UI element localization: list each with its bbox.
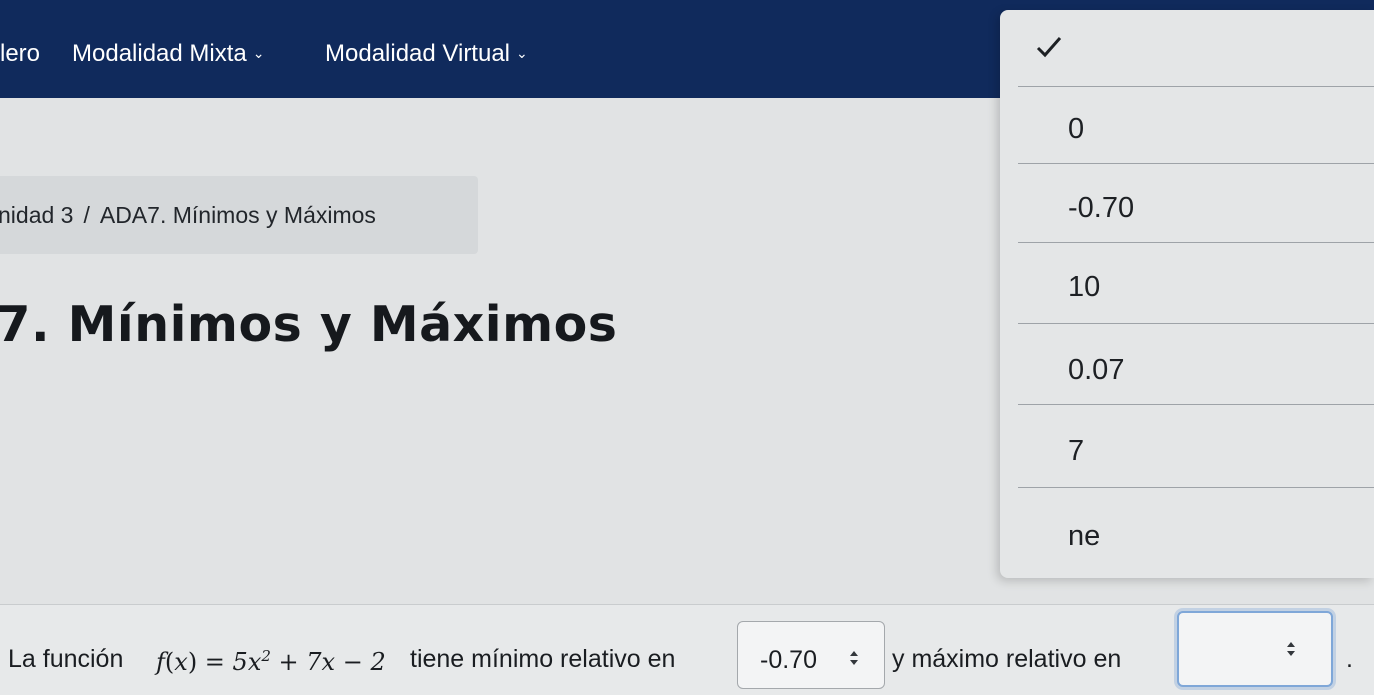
nav-item-modalidad-virtual[interactable]: Modalidad Virtual ⌄ — [325, 40, 528, 68]
maximum-select[interactable] — [1177, 611, 1333, 687]
question-row: La función f(x) = 5x2 + 7x − 2 tiene mín… — [0, 604, 1374, 695]
dropdown-option[interactable]: 0.07 — [1018, 324, 1374, 405]
nav-item-partial[interactable]: lero — [0, 40, 40, 68]
function-term-a: 5x — [232, 648, 262, 676]
updown-arrows-icon — [1287, 642, 1295, 656]
function-exponent: 2 — [261, 647, 271, 665]
dropdown-option-label: 10 — [1068, 271, 1101, 303]
page-title: \7. Mínimos y Máximos — [0, 296, 618, 353]
select-dropdown-menu: 0 -0.70 10 0.07 7 ne — [1000, 10, 1374, 578]
nav-item-modalidad-mixta[interactable]: Modalidad Mixta ⌄ — [72, 40, 264, 68]
updown-arrows-icon — [850, 651, 858, 665]
nav-item-label: Modalidad Virtual — [325, 40, 511, 67]
breadcrumb-current: ADA7. Mínimos y Máximos — [99, 202, 376, 228]
function-name: f — [156, 648, 165, 676]
question-middle-text: tiene mínimo relativo en — [410, 645, 676, 673]
dropdown-option[interactable]: 7 — [1018, 405, 1374, 488]
chevron-down-icon: ⌄ — [252, 45, 265, 61]
check-icon — [1036, 37, 1062, 58]
dropdown-option-blank[interactable] — [1018, 10, 1374, 87]
function-term-b: + 7x − 2 — [278, 648, 386, 676]
dropdown-option-label: -0.70 — [1068, 192, 1135, 224]
function-variable: x — [174, 648, 188, 676]
dropdown-option-label: ne — [1068, 520, 1101, 552]
dropdown-option-label: 7 — [1068, 435, 1085, 467]
question-prefix: La función — [8, 645, 124, 673]
dropdown-option-label: 0.07 — [1068, 354, 1125, 386]
breadcrumb-separator: / — [83, 202, 90, 228]
minimum-select-value: -0.70 — [760, 646, 817, 674]
question-end-period: . — [1346, 645, 1353, 673]
question-suffix-text: y máximo relativo en — [892, 645, 1122, 673]
minimum-select[interactable]: -0.70 — [737, 621, 885, 689]
dropdown-option[interactable]: ne — [1018, 488, 1374, 573]
dropdown-option[interactable]: -0.70 — [1018, 164, 1374, 243]
breadcrumb-trail: nidad 3 / ADA7. Mínimos y Máximos — [0, 202, 376, 229]
function-expression: f(x) = 5x2 + 7x − 2 — [156, 647, 386, 676]
breadcrumb-parent-link[interactable]: nidad 3 — [0, 202, 73, 228]
breadcrumb: nidad 3 / ADA7. Mínimos y Máximos — [0, 176, 478, 254]
dropdown-option[interactable]: 10 — [1018, 243, 1374, 324]
dropdown-option-label: 0 — [1068, 113, 1085, 145]
chevron-down-icon: ⌄ — [516, 45, 528, 61]
nav-item-label: Modalidad Mixta — [72, 40, 247, 67]
dropdown-option[interactable]: 0 — [1018, 87, 1374, 164]
